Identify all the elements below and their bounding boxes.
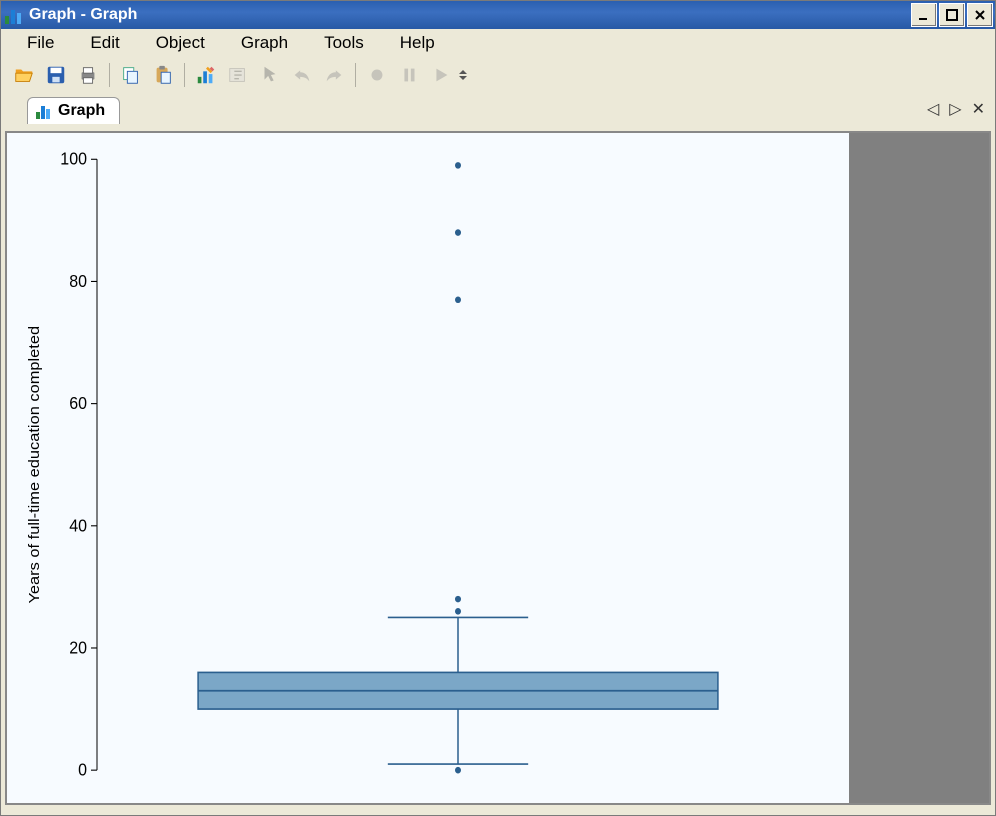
app-window: Graph - Graph File Edit Object Graph Too… <box>0 0 996 816</box>
graph-container: 0 20 40 60 80 100 Years of full-time education… <box>5 131 991 805</box>
tab-prev-icon[interactable]: ◁ <box>927 99 939 119</box>
svg-text:100: 100 <box>60 149 87 169</box>
redo-icon[interactable] <box>319 60 349 90</box>
toolbar-overflow-icon[interactable] <box>458 60 468 90</box>
undo-icon[interactable] <box>287 60 317 90</box>
pause-icon[interactable] <box>394 60 424 90</box>
tab-strip: Graph ◁ ▷ ✕ <box>1 93 995 123</box>
maximize-button[interactable] <box>939 3 965 27</box>
tab-next-icon[interactable]: ▷ <box>949 99 961 119</box>
menu-edit[interactable]: Edit <box>76 29 133 57</box>
print-icon[interactable] <box>73 60 103 90</box>
rename-icon[interactable] <box>223 60 253 90</box>
open-icon[interactable] <box>9 60 39 90</box>
minimize-button[interactable] <box>911 3 937 27</box>
svg-text:0: 0 <box>78 760 87 780</box>
title-bar: Graph - Graph <box>1 1 995 29</box>
menu-bar: File Edit Object Graph Tools Help <box>1 29 995 57</box>
menu-tools[interactable]: Tools <box>310 29 378 57</box>
toolbar <box>1 57 995 93</box>
graph-side-panel <box>849 133 989 803</box>
pointer-icon[interactable] <box>255 60 285 90</box>
tab-close-icon[interactable]: ✕ <box>972 99 985 119</box>
menu-help[interactable]: Help <box>386 29 449 57</box>
bar-chart-icon <box>36 103 52 119</box>
close-button[interactable] <box>967 3 993 27</box>
menu-file[interactable]: File <box>13 29 68 57</box>
save-icon[interactable] <box>41 60 71 90</box>
svg-text:60: 60 <box>69 393 87 413</box>
app-icon <box>5 6 23 24</box>
paste-icon[interactable] <box>148 60 178 90</box>
svg-text:20: 20 <box>69 638 87 658</box>
menu-object[interactable]: Object <box>142 29 219 57</box>
edit-graph-icon[interactable] <box>191 60 221 90</box>
play-icon[interactable] <box>426 60 456 90</box>
svg-text:Years of full-time education c: Years of full-time education completed <box>27 326 43 604</box>
svg-text:80: 80 <box>69 271 87 291</box>
tab-label: Graph <box>58 102 105 120</box>
graph-plot: 0 20 40 60 80 100 Years of full-time education… <box>7 133 849 803</box>
record-icon[interactable] <box>362 60 392 90</box>
menu-graph[interactable]: Graph <box>227 29 302 57</box>
tab-nav: ◁ ▷ ✕ <box>927 99 985 119</box>
tab-graph[interactable]: Graph <box>27 97 120 124</box>
svg-text:40: 40 <box>69 516 87 536</box>
window-title: Graph - Graph <box>29 6 137 24</box>
copy-icon[interactable] <box>116 60 146 90</box>
